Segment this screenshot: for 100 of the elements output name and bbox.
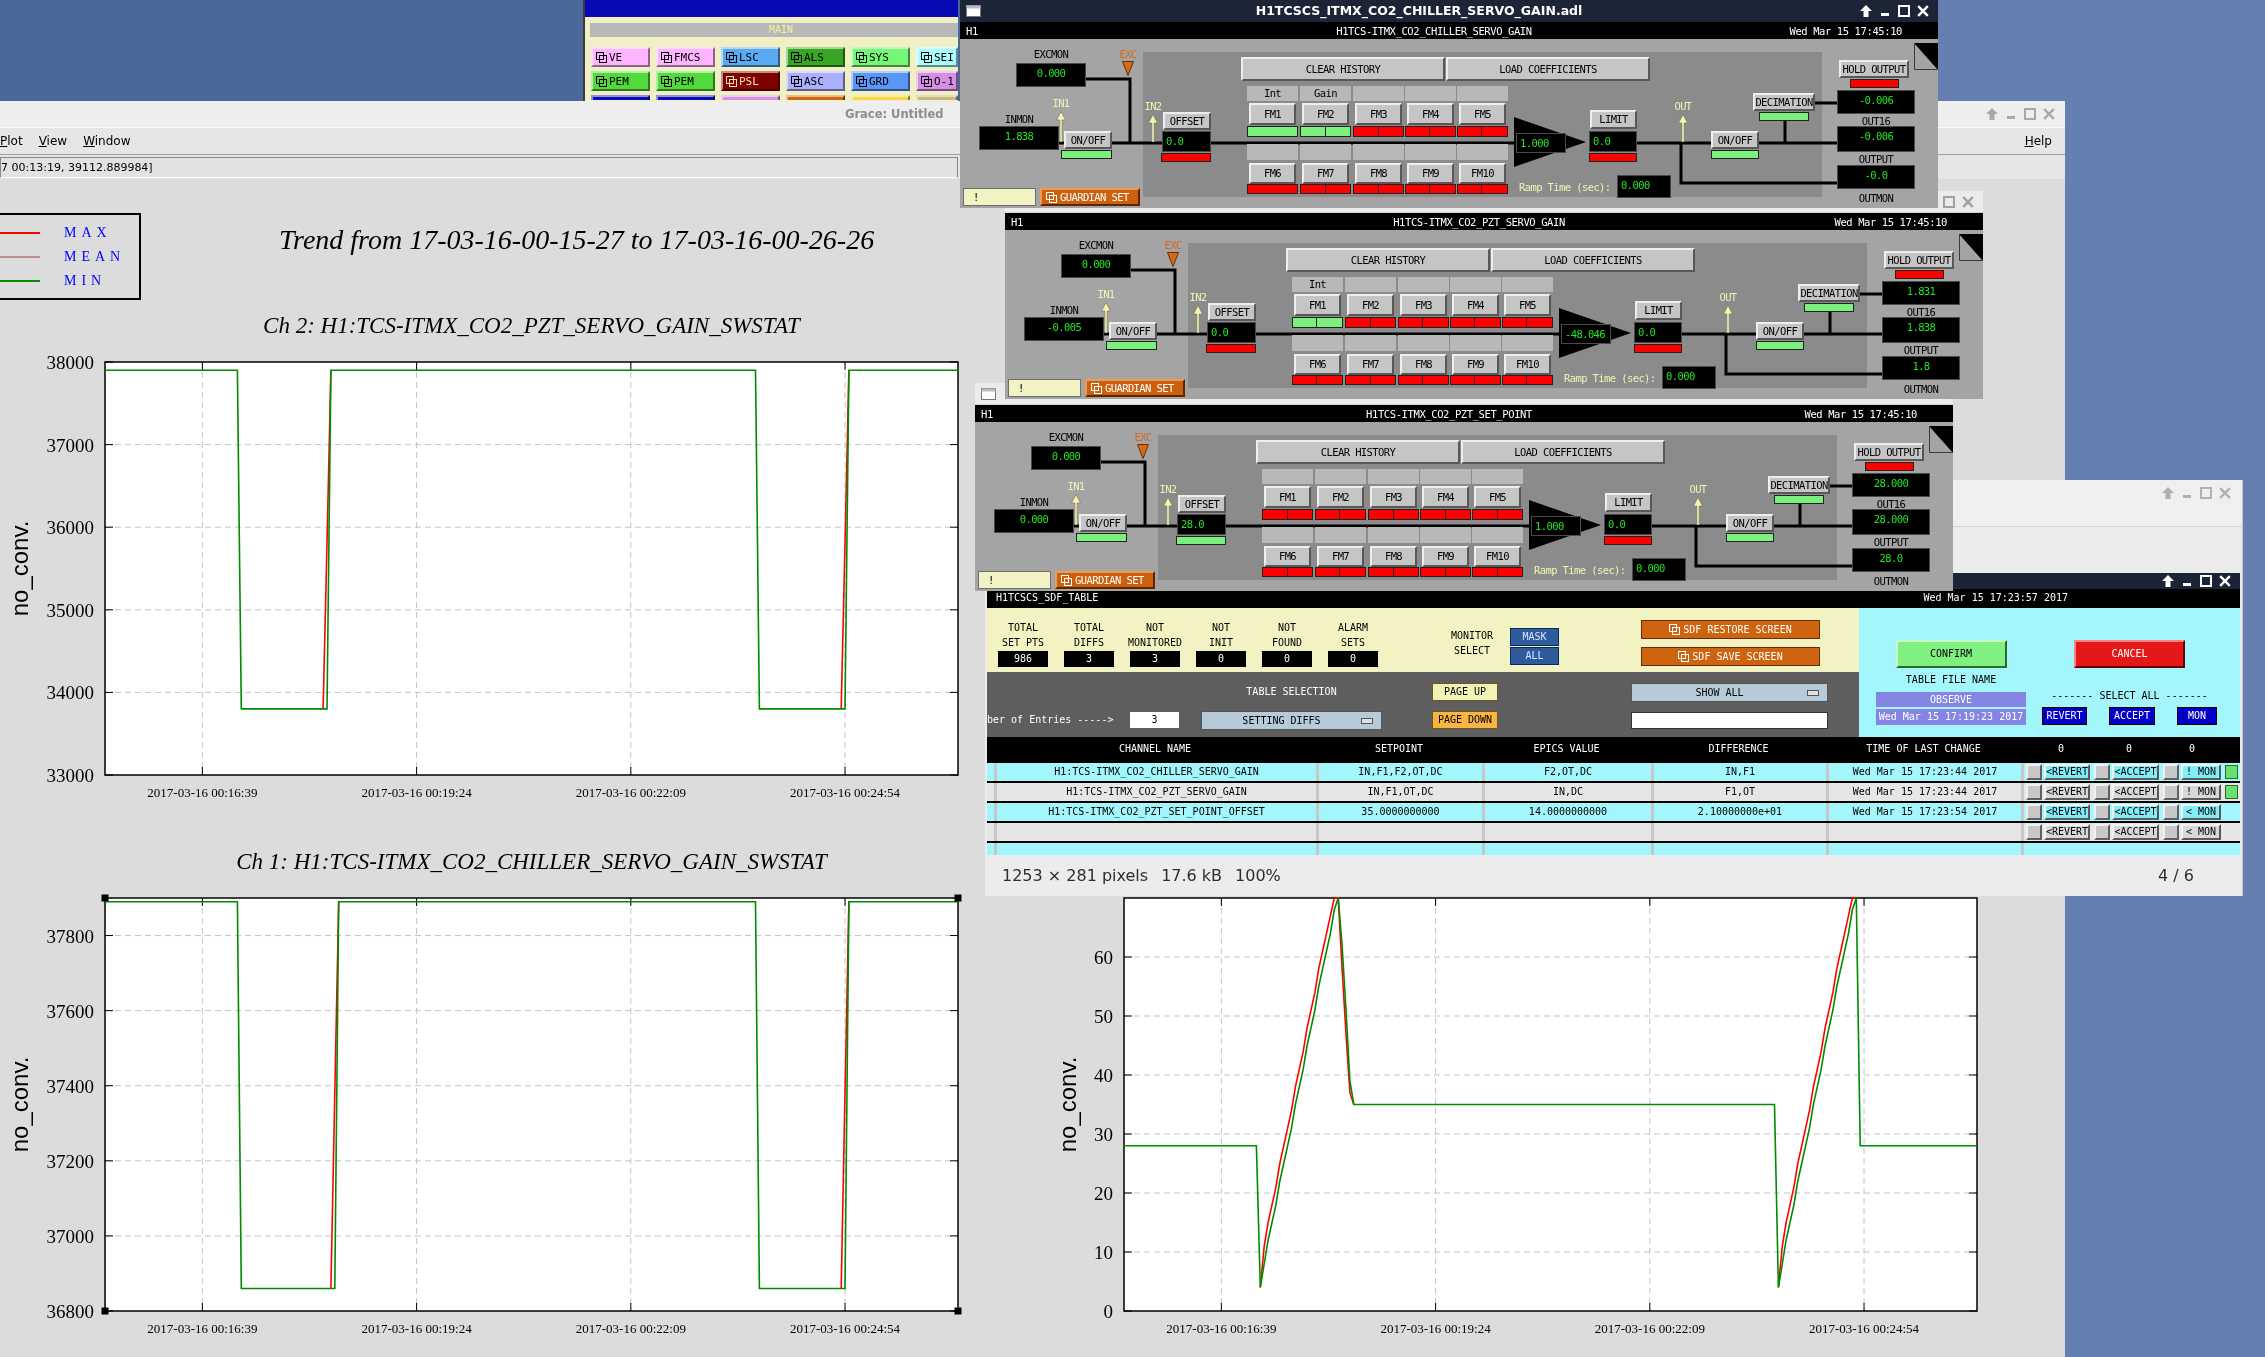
filter-module-button[interactable]: FM6	[1264, 546, 1311, 567]
hold-output-button[interactable]: HOLD OUTPUT	[1854, 443, 1924, 461]
filter-module-button[interactable]: FM9	[1422, 546, 1469, 567]
monitor-select-button[interactable]: ALL	[1510, 647, 1559, 665]
table-selection-menu[interactable]: SETTING DIFFS	[1201, 711, 1382, 730]
window-menu-icon[interactable]	[981, 387, 996, 400]
row-action-button[interactable]: <REVERT	[2044, 804, 2090, 820]
up-arrow-icon[interactable]	[2162, 575, 2174, 587]
menu-button[interactable]: GRD	[851, 71, 910, 91]
filter-module-button[interactable]: FM6	[1249, 163, 1296, 184]
select-all-button[interactable]: MON	[2177, 707, 2217, 725]
load-coefficients-button[interactable]: LOAD COEFFICIENTS	[1446, 57, 1650, 81]
row-action-button[interactable]: <ACCEPT	[2112, 824, 2159, 840]
clear-history-button[interactable]: CLEAR HISTORY	[1286, 248, 1490, 272]
menu-button[interactable]	[721, 95, 780, 100]
on-off-button[interactable]: ON/OFF	[1756, 322, 1804, 340]
row-action-button[interactable]: < MON	[2181, 824, 2221, 840]
filter-module-button[interactable]: FM8	[1400, 354, 1447, 375]
up-arrow-icon[interactable]	[1860, 5, 1872, 17]
offset-button[interactable]: OFFSET	[1163, 112, 1211, 130]
menu-button[interactable]: PEM	[591, 71, 650, 91]
hold-output-button[interactable]: HOLD OUTPUT	[1884, 251, 1954, 269]
load-coefficients-button[interactable]: LOAD COEFFICIENTS	[1461, 440, 1665, 464]
confirm-button[interactable]: CONFIRM	[1895, 640, 2007, 668]
decimation-button[interactable]: DECIMATION	[1768, 476, 1830, 494]
menu-button[interactable]: ALS	[786, 47, 845, 67]
filter-module-button[interactable]: FM5	[1474, 486, 1521, 508]
filter-module-button[interactable]: FM5	[1459, 103, 1506, 125]
row-checkbox[interactable]	[2094, 764, 2110, 780]
row-checkbox[interactable]	[2026, 764, 2042, 780]
menu-button[interactable]: VE	[591, 47, 650, 67]
screen-button[interactable]: SDF RESTORE SCREEN	[1641, 620, 1820, 639]
filter-module-button[interactable]: FM10	[1459, 163, 1506, 184]
filter-module-button[interactable]: FM3	[1370, 486, 1417, 508]
page-down-button[interactable]: PAGE DOWN	[1432, 711, 1498, 729]
row-checkbox[interactable]	[2094, 804, 2110, 820]
clear-history-button[interactable]: CLEAR HISTORY	[1256, 440, 1460, 464]
filter-module-button[interactable]: FM3	[1355, 103, 1402, 125]
row-action-button[interactable]: <ACCEPT	[2112, 764, 2159, 780]
select-all-button[interactable]: REVERT	[2042, 707, 2087, 725]
row-checkbox[interactable]	[2163, 824, 2179, 840]
filter-module-button[interactable]: FM2	[1317, 486, 1364, 508]
on-off-button[interactable]: ON/OFF	[1079, 514, 1127, 532]
filter-module-button[interactable]: FM7	[1302, 163, 1349, 184]
menu-button[interactable]: FMCS	[656, 47, 715, 67]
filter-module-button[interactable]: FM3	[1400, 294, 1447, 316]
page-corner-icon[interactable]	[1914, 43, 1938, 70]
row-checkbox[interactable]	[2094, 824, 2110, 840]
decimation-button[interactable]: DECIMATION	[1798, 284, 1860, 302]
filter-module-button[interactable]: FM5	[1504, 294, 1551, 316]
menu-button[interactable]: PSL	[721, 71, 780, 91]
guardian-set-button[interactable]: GUARDIAN SET	[1085, 379, 1185, 397]
filter-module-button[interactable]: FM10	[1504, 354, 1551, 375]
row-checkbox[interactable]	[2163, 784, 2179, 800]
row-checkbox[interactable]	[2094, 784, 2110, 800]
menu-button[interactable]: LSC	[721, 47, 780, 67]
filter-module-button[interactable]: FM2	[1302, 103, 1349, 125]
filter-module-button[interactable]: FM1	[1294, 294, 1341, 316]
on-off-button[interactable]: ON/OFF	[1064, 131, 1112, 149]
decimation-button[interactable]: DECIMATION	[1753, 93, 1815, 111]
filter-module-button[interactable]: FM2	[1347, 294, 1394, 316]
on-off-button[interactable]: ON/OFF	[1711, 131, 1759, 149]
filter-module-button[interactable]: FM9	[1407, 163, 1454, 184]
menu-button[interactable]	[786, 95, 845, 100]
menu-button[interactable]: PEM	[656, 71, 715, 91]
limit-button[interactable]: LIMIT	[1635, 301, 1682, 320]
row-checkbox[interactable]	[2026, 804, 2042, 820]
row-action-button[interactable]: <ACCEPT	[2112, 784, 2159, 800]
filter-module-button[interactable]: FM7	[1317, 546, 1364, 567]
limit-button[interactable]: LIMIT	[1590, 110, 1637, 129]
menu-button[interactable]	[851, 95, 910, 100]
row-action-button[interactable]: ! MON	[2181, 784, 2221, 800]
filter-module-button[interactable]: FM4	[1452, 294, 1499, 316]
offset-button[interactable]: OFFSET	[1208, 303, 1256, 321]
menu-item[interactable]: View	[38, 134, 68, 148]
filter-module-button[interactable]: FM4	[1407, 103, 1454, 125]
menu-button[interactable]: O-1	[916, 71, 958, 91]
limit-button[interactable]: LIMIT	[1605, 493, 1652, 512]
guardian-set-button[interactable]: GUARDIAN SET	[1055, 571, 1155, 589]
row-checkbox[interactable]	[2026, 784, 2042, 800]
row-checkbox[interactable]	[2163, 804, 2179, 820]
menu-item[interactable]: Plot	[0, 134, 23, 148]
cancel-button[interactable]: CANCEL	[2074, 640, 2185, 668]
filter-module-button[interactable]: FM7	[1347, 354, 1394, 375]
clear-history-button[interactable]: CLEAR HISTORY	[1241, 57, 1445, 81]
filter-module-button[interactable]: FM1	[1264, 486, 1311, 508]
filter-module-button[interactable]: FM8	[1355, 163, 1402, 184]
row-checkbox[interactable]	[2163, 764, 2179, 780]
filter-module-button[interactable]: FM8	[1370, 546, 1417, 567]
row-action-button[interactable]: <REVERT	[2044, 784, 2090, 800]
filter-module-button[interactable]: FM1	[1249, 103, 1296, 125]
window-menu-icon[interactable]	[966, 5, 981, 17]
filter-module-button[interactable]: FM9	[1452, 354, 1499, 375]
menu-item[interactable]: Window	[83, 134, 131, 148]
row-checkbox[interactable]	[2026, 824, 2042, 840]
hold-output-button[interactable]: HOLD OUTPUT	[1839, 60, 1909, 78]
on-off-button[interactable]: ON/OFF	[1109, 322, 1157, 340]
page-corner-icon[interactable]	[1929, 426, 1953, 453]
row-action-button[interactable]: < MON	[2181, 804, 2221, 820]
select-all-button[interactable]: ACCEPT	[2109, 707, 2155, 725]
